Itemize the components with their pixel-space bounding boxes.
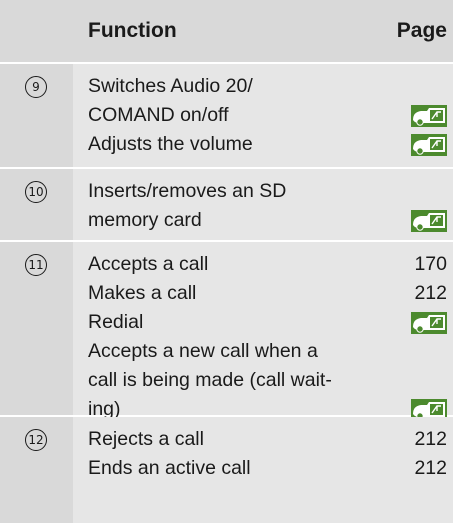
circled-number: 12 <box>25 429 47 451</box>
function-cell: Accepts a call 170 Makes a call 212 Redi… <box>73 242 453 421</box>
vehicle-manual-ref-icon <box>411 210 447 232</box>
circled-number: 10 <box>25 181 47 203</box>
circled-number: 11 <box>25 254 47 276</box>
function-cell: Inserts/removes an SD memory card <box>73 169 453 240</box>
function-row: Redial <box>88 308 447 337</box>
table-row-section-11: 11 Accepts a call 170 Makes a call 212 R… <box>0 242 453 421</box>
function-row: Rejects a call 212 <box>88 425 447 454</box>
function-row: Ends an active call 212 <box>88 454 447 483</box>
function-row: Accepts a new call when a call is being … <box>88 337 447 424</box>
item-number-cell: 11 <box>0 242 73 415</box>
function-row: Adjusts the volume <box>88 130 447 159</box>
table-row-section-9: 9 Switches Audio 20/ COMAND on/off Adjus… <box>0 64 453 169</box>
header-number-cell <box>0 0 73 62</box>
item-number-cell: 12 <box>0 417 73 523</box>
function-text: Accepts a call <box>88 253 209 275</box>
function-row: Switches Audio 20/ COMAND on/off <box>88 72 447 130</box>
vehicle-manual-ref-icon <box>411 134 447 156</box>
header-function: Function <box>88 19 177 42</box>
function-text: memory card <box>88 209 202 231</box>
function-text: Rejects a call <box>88 428 204 450</box>
function-text: Adjusts the volume <box>88 133 253 155</box>
circled-number: 9 <box>25 76 47 98</box>
vehicle-manual-ref-icon <box>411 105 447 127</box>
page-number: 212 <box>414 282 447 304</box>
function-text: Makes a call <box>88 282 197 304</box>
page-number: 212 <box>414 457 447 479</box>
function-row: Makes a call 212 <box>88 279 447 308</box>
page-number: 212 <box>414 428 447 450</box>
function-text: call is being made (call wait- <box>88 369 332 391</box>
vehicle-manual-ref-icon <box>411 312 447 334</box>
table-row-section-10: 10 Inserts/removes an SD memory card <box>0 169 453 242</box>
function-text: Ends an active call <box>88 457 251 479</box>
item-number-cell: 10 <box>0 169 73 240</box>
function-text: COMAND on/off <box>88 104 229 126</box>
function-text: Inserts/removes an SD <box>88 180 287 202</box>
header-page: Page <box>396 19 447 42</box>
function-row: Inserts/removes an SD memory card <box>88 177 447 235</box>
function-text: Redial <box>88 311 144 333</box>
item-number-cell: 9 <box>0 64 73 167</box>
table-header: Function Page <box>0 0 453 64</box>
function-text: Switches Audio 20/ <box>88 75 253 97</box>
page-number: 170 <box>414 253 447 275</box>
function-cell: Rejects a call 212 Ends an active call 2… <box>73 417 453 523</box>
function-text: Accepts a new call when a <box>88 340 318 362</box>
function-cell: Switches Audio 20/ COMAND on/off Adjusts… <box>73 64 453 167</box>
function-row: Accepts a call 170 <box>88 250 447 279</box>
function-table: Function Page 9 Switches Audio 20/ COMAN… <box>0 0 453 525</box>
table-row-section-12: 12 Rejects a call 212 Ends an active cal… <box>0 417 453 525</box>
